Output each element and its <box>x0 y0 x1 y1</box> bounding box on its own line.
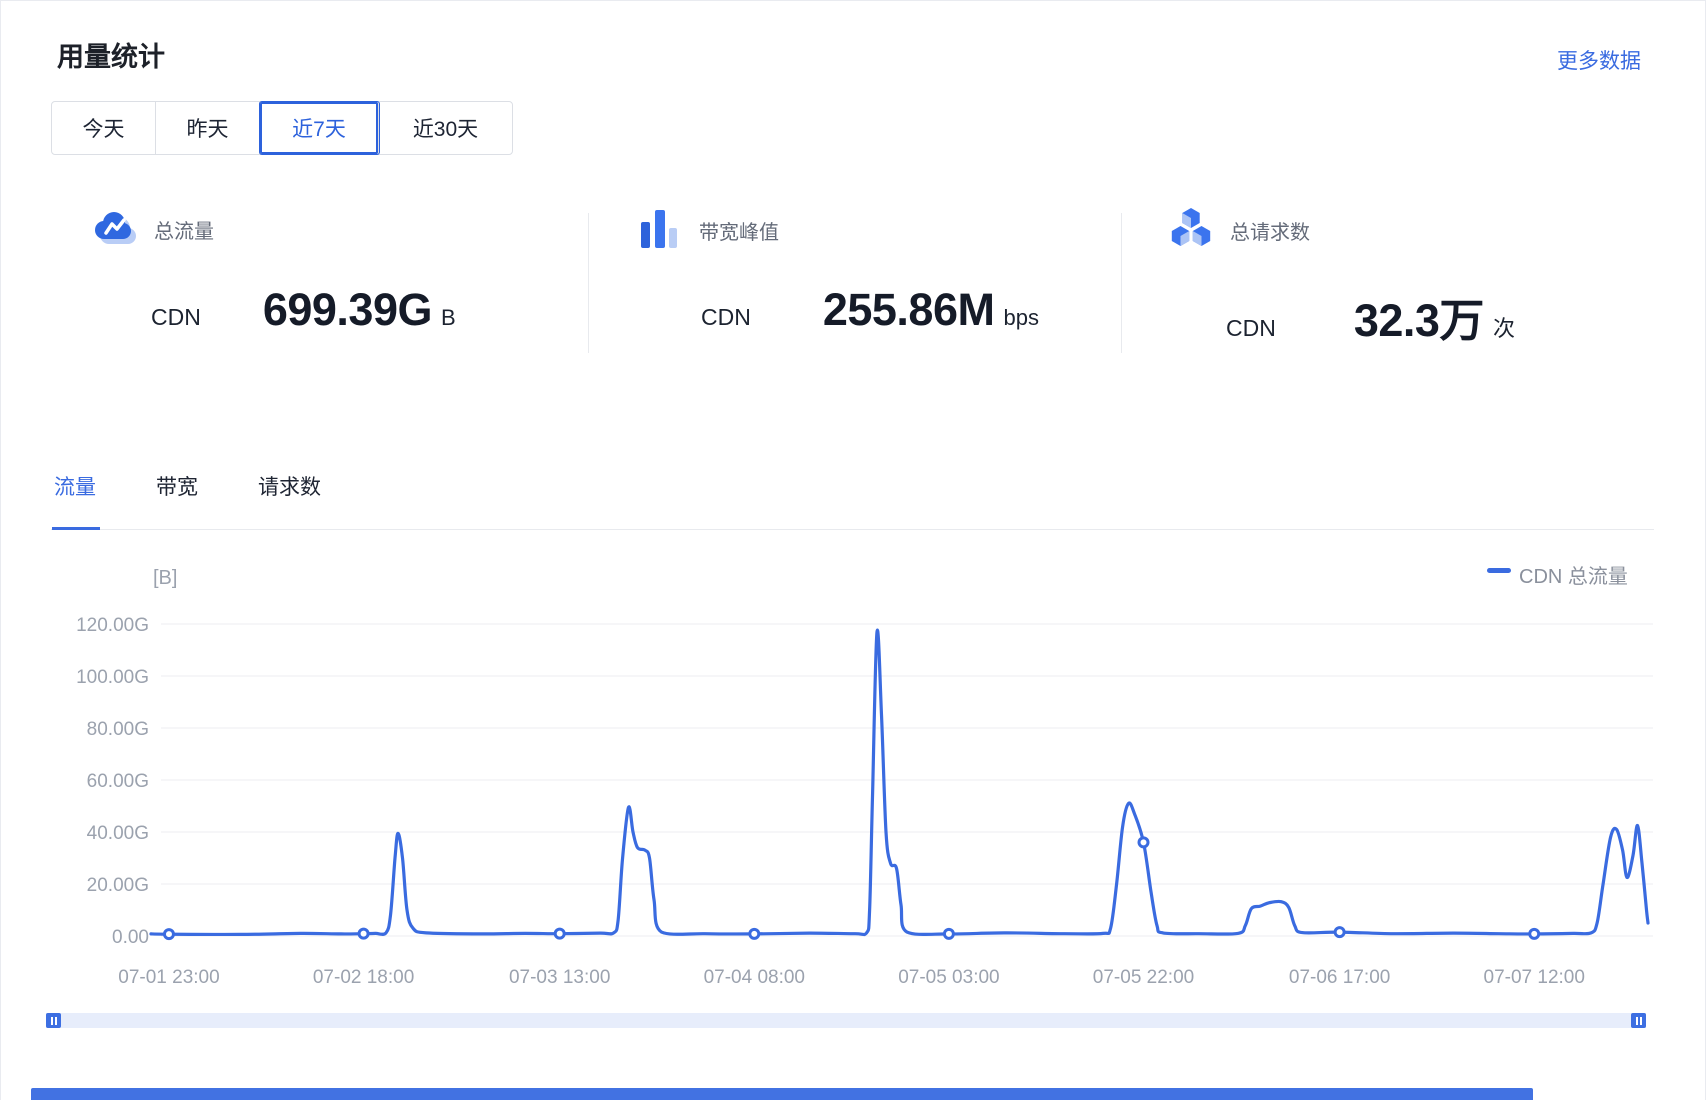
svg-text:120.00G: 120.00G <box>76 615 149 636</box>
svg-text:07-05 03:00: 07-05 03:00 <box>898 967 999 988</box>
svg-text:07-07 12:00: 07-07 12:00 <box>1484 967 1585 988</box>
page-title: 用量统计 <box>57 35 165 74</box>
svg-text:07-06 17:00: 07-06 17:00 <box>1289 967 1390 988</box>
svg-text:07-04 08:00: 07-04 08:00 <box>704 967 805 988</box>
svg-text:60.00G: 60.00G <box>87 771 149 792</box>
stat-card-total-requests: 总请求数 CDN 32.3万 次 <box>1121 196 1656 361</box>
cloud-traffic-icon <box>91 206 137 253</box>
slider-handle-right[interactable] <box>1631 1013 1646 1028</box>
chart-zoom-slider[interactable] <box>46 1013 1646 1028</box>
stat-value: 32.3万 <box>1354 284 1484 349</box>
next-section-bar <box>31 1088 1533 1100</box>
svg-text:20.00G: 20.00G <box>87 875 149 896</box>
vertical-divider <box>588 213 589 353</box>
stat-card-peak-bandwidth: 带宽峰值 CDN 255.86M bps <box>588 196 1121 361</box>
traffic-line-chart: 0.00 20.00G 40.00G 60.00G 80.00G 100.00G 120.0… <box>1 1 1706 1100</box>
date-range-tab-group: 今天 昨天 近7天 近30天 <box>51 101 513 155</box>
tab-requests[interactable]: 请求数 <box>258 471 321 521</box>
svg-text:[B]: [B] <box>153 567 177 589</box>
usage-statistics-card: 用量统计 更多数据 今天 昨天 近7天 近30天 总流量 <box>0 0 1706 1100</box>
svg-text:40.00G: 40.00G <box>87 823 149 844</box>
svg-text:07-05 22:00: 07-05 22:00 <box>1093 967 1194 988</box>
bandwidth-bars-icon <box>638 206 682 255</box>
svg-text:0.00: 0.00 <box>112 927 149 948</box>
svg-text:07-02 18:00: 07-02 18:00 <box>313 967 414 988</box>
range-tab-last-7-days[interactable]: 近7天 <box>260 102 379 154</box>
svg-text:80.00G: 80.00G <box>87 719 149 740</box>
stat-product: CDN <box>701 304 751 331</box>
tab-traffic[interactable]: 流量 <box>54 471 96 521</box>
more-data-link[interactable]: 更多数据 <box>1557 45 1641 75</box>
stat-product: CDN <box>151 304 201 331</box>
stat-label: 总流量 <box>154 215 214 244</box>
stat-unit: B <box>441 305 456 331</box>
stat-label: 带宽峰值 <box>699 216 779 245</box>
tab-bandwidth[interactable]: 带宽 <box>156 471 198 521</box>
requests-cubes-icon <box>1169 206 1213 255</box>
stat-value: 699.39G <box>263 284 432 336</box>
range-tab-yesterday[interactable]: 昨天 <box>156 102 260 154</box>
svg-text:07-01 23:00: 07-01 23:00 <box>118 967 219 988</box>
metric-tab-group: 流量 带宽 请求数 <box>54 471 381 521</box>
slider-handle-left[interactable] <box>46 1013 61 1028</box>
svg-text:100.00G: 100.00G <box>76 667 149 688</box>
svg-text:07-03 13:00: 07-03 13:00 <box>509 967 610 988</box>
stat-value: 255.86M <box>823 284 995 336</box>
stat-label: 总请求数 <box>1230 216 1310 245</box>
active-tab-underline <box>52 527 100 530</box>
stat-card-total-traffic: 总流量 CDN 699.39G B <box>61 196 588 361</box>
svg-text:CDN 总流量: CDN 总流量 <box>1519 565 1628 588</box>
tabs-bottom-border <box>51 529 1654 530</box>
stat-product: CDN <box>1226 315 1276 342</box>
stat-unit: 次 <box>1493 311 1515 343</box>
range-tab-last-30-days[interactable]: 近30天 <box>379 102 512 154</box>
range-tab-today[interactable]: 今天 <box>52 102 156 154</box>
vertical-divider <box>1121 213 1122 353</box>
stat-unit: bps <box>1003 305 1038 331</box>
